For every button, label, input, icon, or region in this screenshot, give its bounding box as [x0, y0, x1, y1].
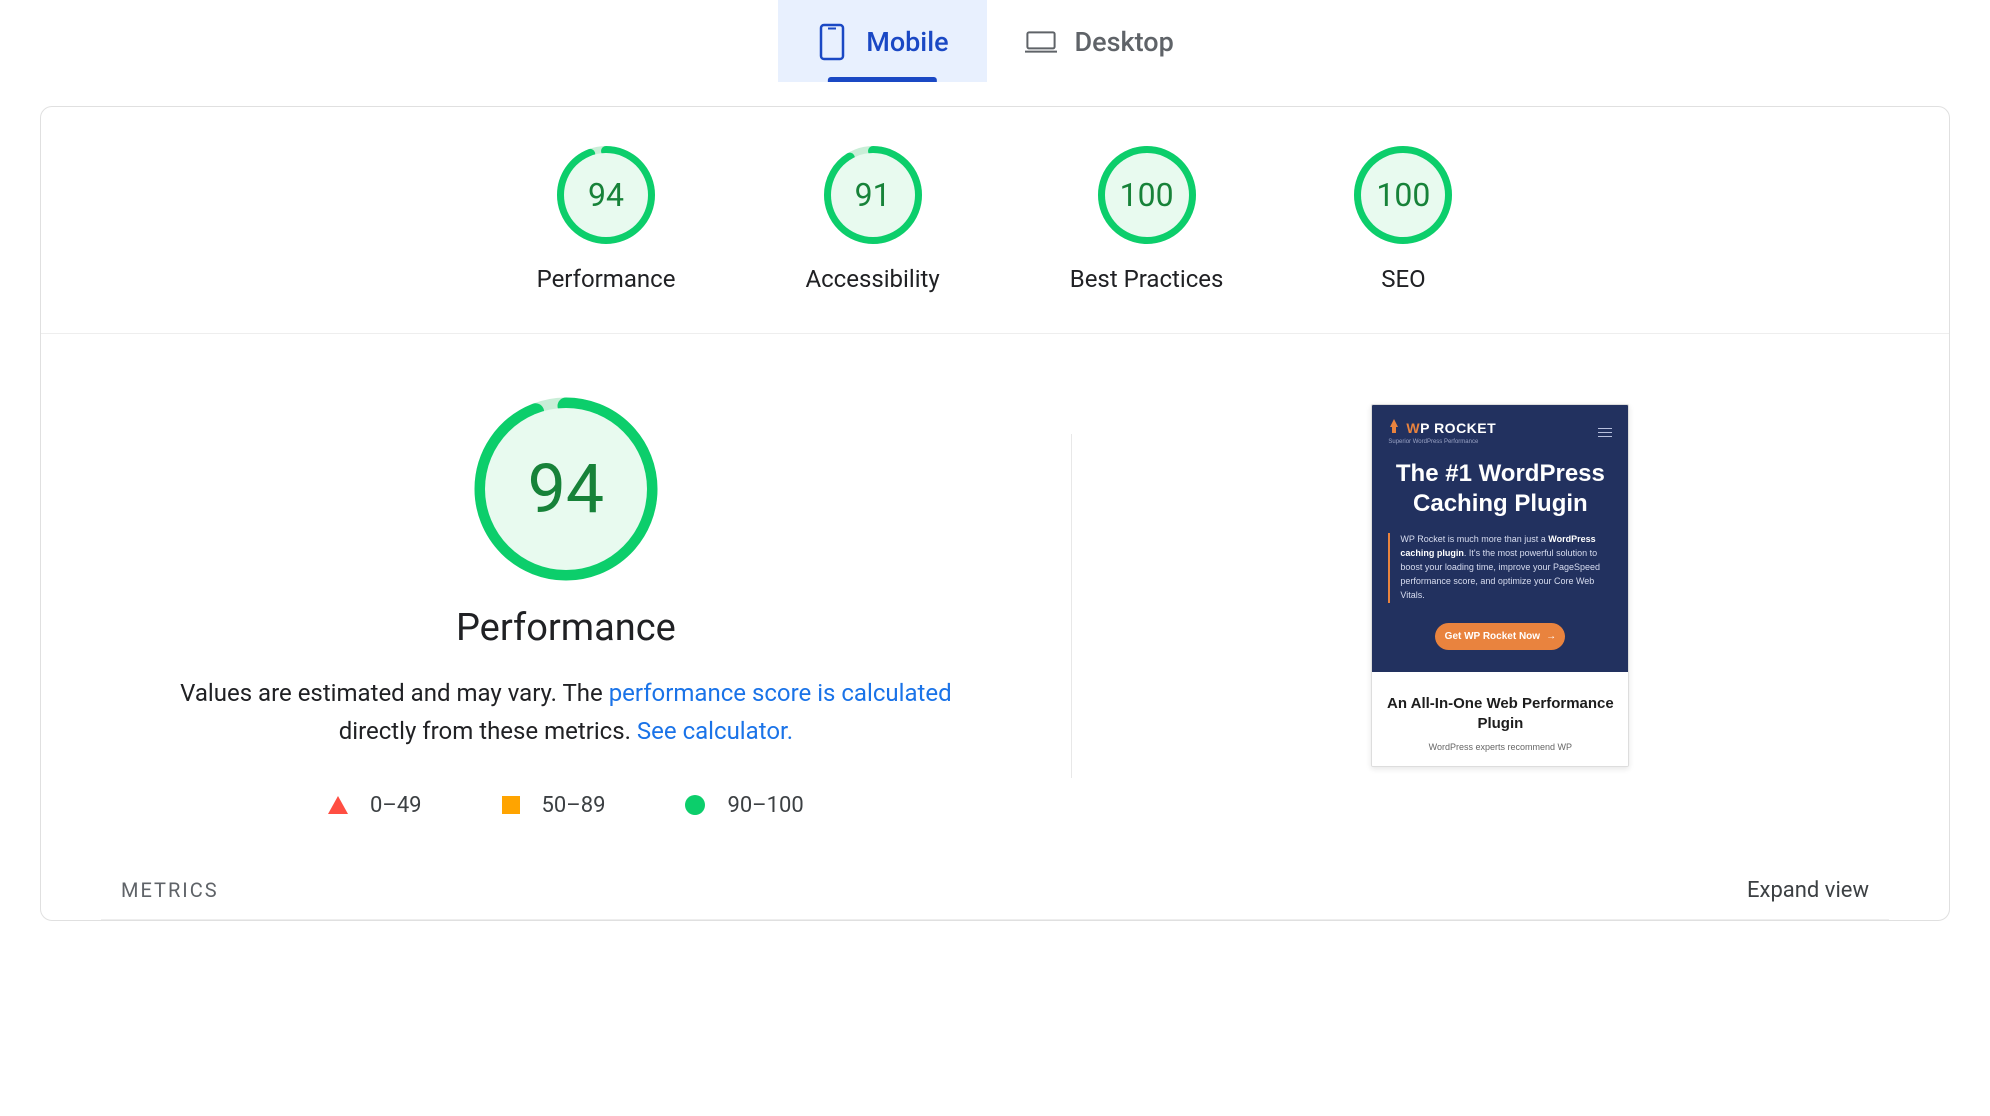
metrics-label: METRICS — [121, 878, 219, 902]
shot-cta-button: Get WP Rocket Now → — [1435, 623, 1565, 650]
tab-mobile[interactable]: Mobile — [778, 0, 986, 82]
site-screenshot: WP ROCKET Superior WordPress Performance… — [1371, 404, 1629, 767]
gauge-performance[interactable]: 94 Performance — [537, 145, 676, 293]
link-score-calculated[interactable]: performance score is calculated — [609, 679, 952, 707]
vertical-divider — [1071, 434, 1072, 778]
gauge-best-practices[interactable]: 100 Best Practices — [1070, 145, 1224, 293]
gauge-best-practices-label: Best Practices — [1070, 265, 1224, 293]
gauge-seo-score: 100 — [1361, 153, 1445, 237]
gauge-accessibility-score: 91 — [831, 153, 915, 237]
circle-icon — [685, 795, 705, 815]
gauge-seo[interactable]: 100 SEO — [1353, 145, 1453, 293]
tab-mobile-label: Mobile — [866, 26, 948, 58]
shot-subheadline: An All-In-One Web Performance Plugin — [1386, 694, 1614, 735]
square-icon — [502, 796, 520, 814]
link-see-calculator[interactable]: See calculator. — [637, 717, 793, 745]
performance-description: Values are estimated and may vary. The p… — [171, 674, 961, 751]
gauge-seo-label: SEO — [1381, 265, 1425, 293]
performance-big-score: 94 — [485, 408, 647, 570]
mobile-icon — [816, 26, 848, 58]
legend-fail: 0–49 — [328, 793, 422, 818]
metrics-header: METRICS Expand view — [101, 818, 1889, 920]
triangle-icon — [328, 796, 348, 814]
performance-title: Performance — [456, 606, 676, 650]
desktop-icon — [1025, 26, 1057, 58]
hamburger-icon — [1598, 428, 1612, 437]
device-tabs: Mobile Desktop — [0, 0, 1990, 82]
gauge-best-practices-score: 100 — [1105, 153, 1189, 237]
performance-big-gauge: 94 — [471, 394, 661, 584]
shot-body-text: WP Rocket is much more than just a WordP… — [1388, 533, 1612, 603]
shot-headline: The #1 WordPress Caching Plugin — [1388, 459, 1612, 519]
category-gauges: 94 Performance 91 Accessibility — [41, 145, 1949, 334]
rocket-icon — [1388, 419, 1400, 437]
expand-view-button[interactable]: Expand view — [1747, 878, 1869, 903]
shot-subtext: WordPress experts recommend WP — [1386, 742, 1614, 752]
arrow-right-icon: → — [1546, 631, 1556, 642]
tab-desktop[interactable]: Desktop — [987, 0, 1212, 82]
performance-panel: 94 Performance Values are estimated and … — [101, 394, 1031, 818]
gauge-accessibility-label: Accessibility — [805, 265, 939, 293]
score-legend: 0–49 50–89 90–100 — [328, 793, 804, 818]
shot-logo: WP ROCKET — [1388, 419, 1496, 437]
gauge-performance-score: 94 — [564, 153, 648, 237]
gauge-accessibility[interactable]: 91 Accessibility — [805, 145, 939, 293]
tab-desktop-label: Desktop — [1075, 26, 1174, 58]
gauge-performance-label: Performance — [537, 265, 676, 293]
legend-pass: 90–100 — [685, 793, 803, 818]
report-card: 94 Performance 91 Accessibility — [40, 106, 1950, 921]
legend-average: 50–89 — [502, 793, 606, 818]
